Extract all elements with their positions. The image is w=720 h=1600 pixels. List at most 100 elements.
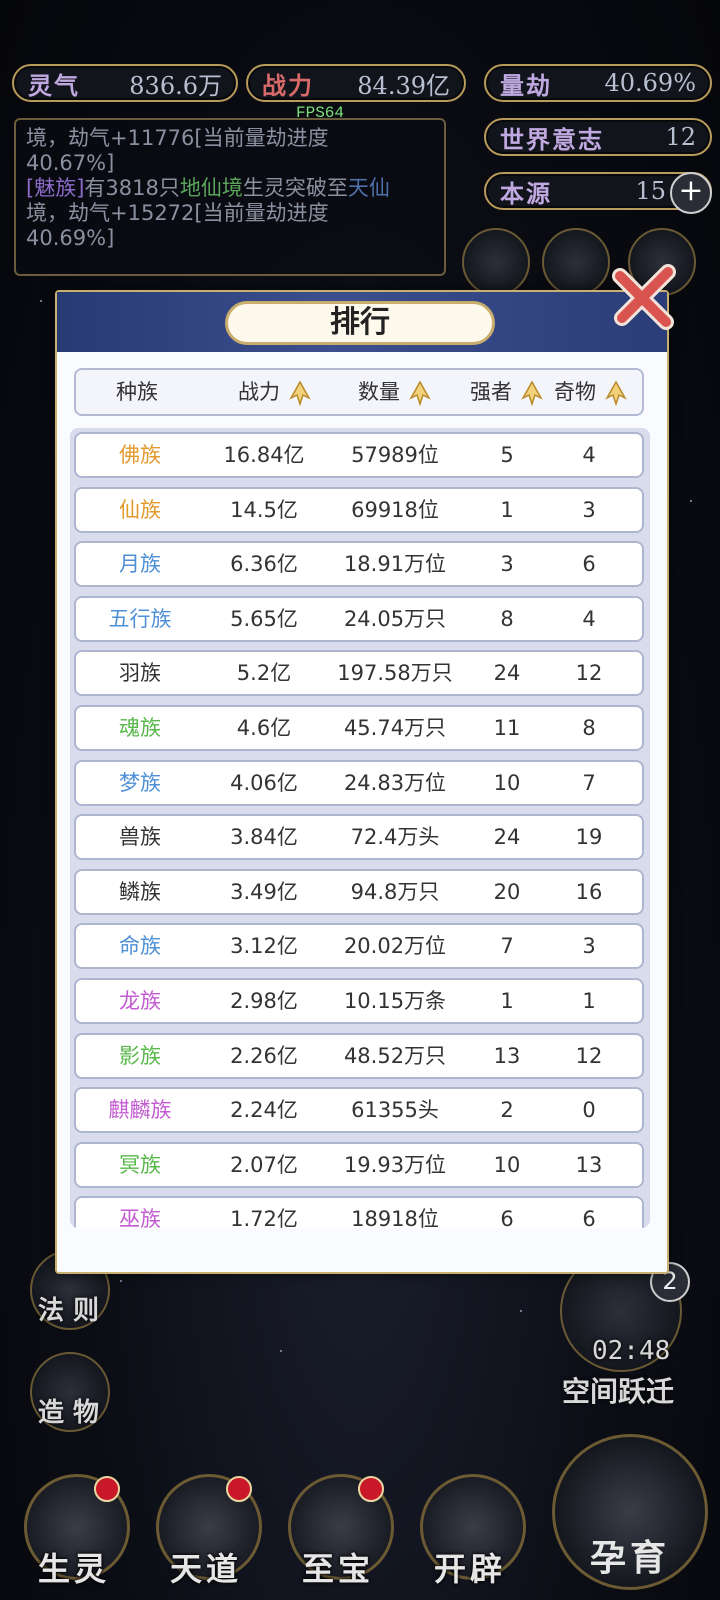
table-row[interactable]: 鳞族 3.49亿 94.8万只 20 16 xyxy=(74,868,644,915)
power-value: 2.26亿 xyxy=(230,1043,298,1068)
liangjie-label: 量劫 xyxy=(500,70,552,100)
power-value: 4.06亿 xyxy=(230,770,298,795)
sort-arrow-icon xyxy=(520,380,543,406)
benyuan-value: 15 xyxy=(635,177,666,205)
table-row[interactable]: 巫族 1.72亿 18918位 6 6 xyxy=(74,1196,644,1228)
lingqi-label: 灵气 xyxy=(28,70,80,100)
table-row[interactable]: 五行族 5.65亿 24.05万只 8 4 xyxy=(74,595,644,642)
nav-label: 开辟 xyxy=(433,1550,506,1588)
close-icon[interactable] xyxy=(610,262,680,332)
power-value: 16.84亿 xyxy=(223,443,305,467)
header-strong: 强者 xyxy=(470,380,512,404)
liangjie-stat: 量劫 40.69% xyxy=(484,64,712,102)
race-name: 冥族 xyxy=(119,1152,161,1177)
wonder-value: 4 xyxy=(582,606,596,631)
notification-dot xyxy=(226,1476,252,1502)
table-row[interactable]: 仙族 14.5亿 69918位 1 3 xyxy=(74,486,644,533)
wonder-value: 6 xyxy=(582,1207,596,1228)
wonder-value: 12 xyxy=(575,1043,603,1068)
race-name: 仙族 xyxy=(119,497,161,522)
scroll-icon-button[interactable] xyxy=(462,228,530,296)
race-name: 巫族 xyxy=(119,1207,161,1228)
table-row[interactable]: 麒麟族 2.24亿 61355头 2 0 xyxy=(74,1087,644,1134)
eye-icon-button[interactable] xyxy=(542,228,610,296)
sort-wonder-button[interactable]: 奇物 xyxy=(554,370,627,414)
wonder-value: 19 xyxy=(575,825,603,850)
lingqi-value: 836.6万 xyxy=(129,71,222,100)
table-row[interactable]: 月族 6.36亿 18.91万位 3 6 xyxy=(74,541,644,588)
table-header: 种族 战力 数量 强者 奇物 xyxy=(74,368,644,416)
strong-value: 10 xyxy=(493,1152,521,1177)
space-jump-timer: 02:48 xyxy=(592,1336,671,1366)
sort-power-button[interactable]: 战力 xyxy=(238,370,311,414)
ranking-list[interactable]: 佛族 16.84亿 57989位 5 4 仙族 14.5亿 69918位 1 3 月族 6.36亿 18… xyxy=(70,428,650,1228)
count-value: 69918位 xyxy=(351,497,439,522)
table-row[interactable]: 冥族 2.07亿 19.93万位 10 13 xyxy=(74,1141,644,1188)
world-will-value: 12 xyxy=(665,123,696,151)
table-row[interactable]: 命族 3.12亿 20.02万位 7 3 xyxy=(74,923,644,970)
header-power: 战力 xyxy=(238,380,280,404)
wonder-value: 12 xyxy=(575,661,603,686)
race-name: 麒麟族 xyxy=(108,1098,172,1123)
wonder-value: 13 xyxy=(575,1152,603,1177)
count-value: 72.4万头 xyxy=(350,825,440,850)
world-will-label: 世界意志 xyxy=(500,124,604,154)
nav-kai-pi[interactable]: 开辟 xyxy=(410,1474,530,1594)
strong-value: 3 xyxy=(500,552,514,577)
lingqi-stat: 灵气 836.6万 xyxy=(12,64,238,102)
nav-zhi-bao[interactable]: 至宝 xyxy=(278,1474,398,1594)
log-text: 生灵突破至 xyxy=(242,176,348,200)
log-line: 境，劫气+11776[当前量劫进度 xyxy=(26,126,329,150)
fa-ze-button[interactable]: 法 则 xyxy=(38,1290,99,1327)
table-row[interactable]: 兽族 3.84亿 72.4万头 24 19 xyxy=(74,814,644,861)
event-log: 境，劫气+11776[当前量劫进度 40.67%] [魅族]有3818只地仙境生… xyxy=(14,118,446,276)
nav-tian-dao[interactable]: 天道 xyxy=(146,1474,266,1594)
sort-strong-button[interactable]: 强者 xyxy=(470,370,543,414)
power-value: 2.24亿 xyxy=(230,1098,298,1123)
count-value: 24.83万位 xyxy=(343,770,447,795)
race-name: 龙族 xyxy=(119,989,161,1013)
table-row[interactable]: 羽族 5.2亿 197.58万只 24 12 xyxy=(74,650,644,697)
sort-count-button[interactable]: 数量 xyxy=(358,370,431,414)
nav-label: 天道 xyxy=(169,1550,242,1588)
table-row[interactable]: 龙族 2.98亿 10.15万条 1 1 xyxy=(74,978,644,1024)
count-value: 61355头 xyxy=(351,1098,439,1123)
nav-label: 生灵 xyxy=(37,1550,110,1588)
strong-value: 1 xyxy=(500,497,514,522)
race-name: 梦族 xyxy=(119,770,161,795)
yun-yu-button[interactable]: 孕育 xyxy=(552,1434,708,1590)
count-value: 45.74万只 xyxy=(343,716,447,740)
power-value: 4.6亿 xyxy=(236,716,292,740)
wonder-value: 3 xyxy=(582,934,596,959)
log-race: [魅族] xyxy=(26,176,85,200)
strong-value: 20 xyxy=(493,879,521,904)
notification-dot xyxy=(94,1476,120,1502)
space-jump-button[interactable]: 空间跃迁 xyxy=(562,1370,674,1410)
race-name: 影族 xyxy=(119,1043,161,1068)
count-value: 19.93万位 xyxy=(343,1152,447,1177)
benyuan-plus-button[interactable]: + xyxy=(670,172,712,214)
count-value: 24.05万只 xyxy=(343,606,447,631)
table-row[interactable]: 影族 2.26亿 48.52万只 13 12 xyxy=(74,1032,644,1079)
power-value: 14.5亿 xyxy=(230,497,298,522)
wonder-value: 16 xyxy=(575,879,603,904)
count-value: 20.02万位 xyxy=(343,934,447,959)
log-text: 有3818只 xyxy=(84,176,180,200)
race-name: 鳞族 xyxy=(119,879,161,904)
table-row[interactable]: 佛族 16.84亿 57989位 5 4 xyxy=(74,432,644,478)
zhanli-label: 战力 xyxy=(262,70,314,100)
count-value: 18.91万位 xyxy=(343,552,447,577)
strong-value: 1 xyxy=(500,989,514,1013)
zao-wu-button[interactable]: 造 物 xyxy=(38,1392,99,1429)
count-value: 57989位 xyxy=(351,443,439,467)
race-name: 羽族 xyxy=(119,661,161,686)
power-value: 2.07亿 xyxy=(230,1152,298,1177)
table-row[interactable]: 梦族 4.06亿 24.83万位 10 7 xyxy=(74,759,644,806)
strong-value: 5 xyxy=(500,443,514,467)
power-value: 2.98亿 xyxy=(230,989,298,1013)
wonder-value: 3 xyxy=(582,497,596,522)
table-row[interactable]: 魂族 4.6亿 45.74万只 11 8 xyxy=(74,705,644,751)
nav-sheng-ling[interactable]: 生灵 xyxy=(14,1474,134,1594)
strong-value: 10 xyxy=(493,770,521,795)
power-value: 3.49亿 xyxy=(230,879,298,904)
